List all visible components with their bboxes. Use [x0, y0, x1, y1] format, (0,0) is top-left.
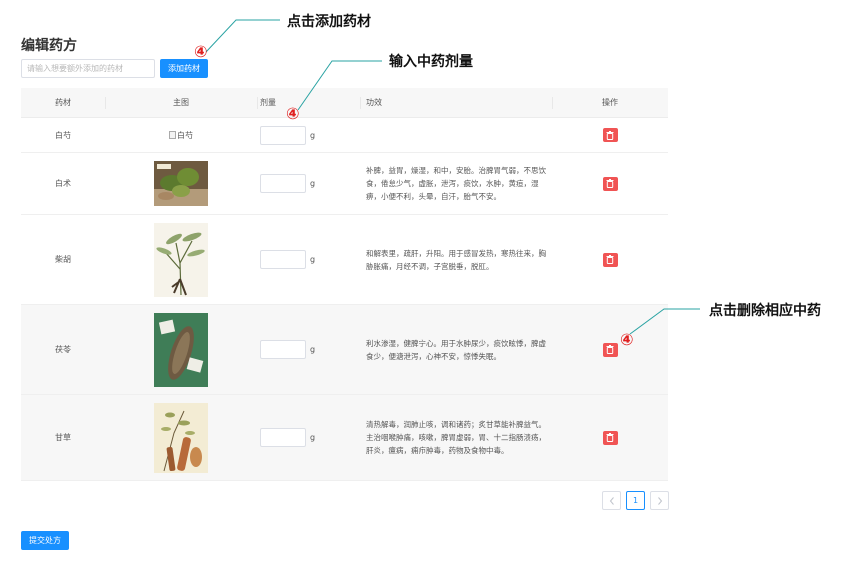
annotation-leader-lines — [205, 19, 700, 335]
step-marker: ④ — [620, 330, 634, 349]
annotation-enter-dose: 输入中药剂量 — [389, 54, 473, 70]
leader-line-add — [205, 19, 280, 53]
step-marker: ④ — [194, 42, 208, 61]
annotation-add-herb: 点击添加药材 — [287, 14, 371, 30]
leader-line-delete — [629, 308, 700, 335]
annotation-delete-herb: 点击删除相应中药 — [709, 303, 821, 319]
leader-line-dose — [297, 60, 382, 111]
step-marker: ④ — [286, 104, 300, 123]
